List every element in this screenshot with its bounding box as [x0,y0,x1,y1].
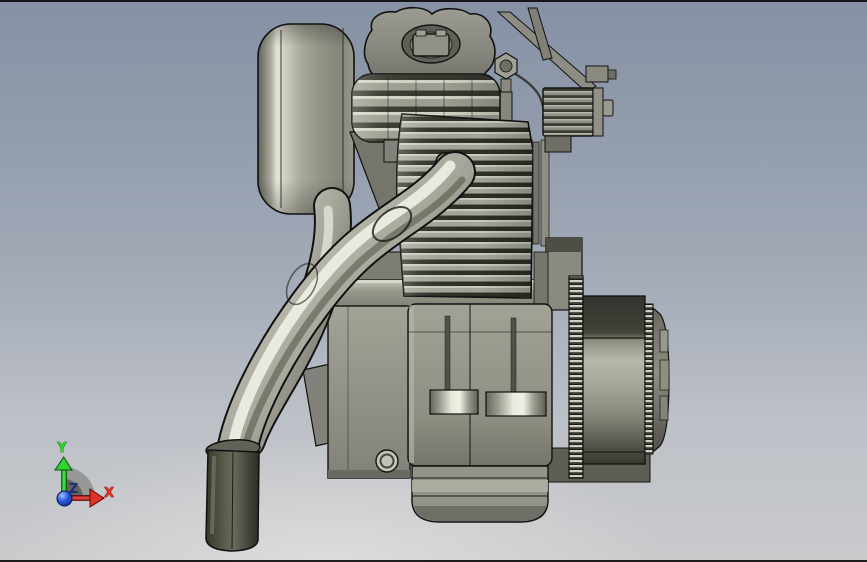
carburetor[interactable] [542,87,614,153]
starter-drum[interactable] [582,295,646,465]
origin-sphere [56,490,73,507]
crankcase-front-mount[interactable] [327,305,411,479]
viewport[interactable]: Z Y X [0,0,867,562]
mounting-lugs[interactable] [429,389,547,417]
exhaust-tip[interactable] [205,438,261,552]
x-axis-label: X [104,486,114,501]
cad-scene: Z Y X [54,6,670,552]
oil-sump[interactable] [411,465,549,523]
origin-triad: Z Y X [54,441,114,508]
muffler-canister[interactable] [257,23,355,215]
window-edge-top [0,0,867,2]
rear-end-cap[interactable] [644,303,670,455]
starter-gear-ring[interactable] [568,275,584,479]
carburetor-bracket[interactable] [496,7,617,93]
pushrod-tubes[interactable] [532,139,550,247]
y-axis-label: Y [56,441,67,456]
oil-filler-plug[interactable] [412,29,450,57]
drain-bolt[interactable] [375,449,399,473]
engine-model[interactable] [205,6,670,552]
crankcase[interactable] [407,303,553,467]
case-slot [510,317,517,393]
case-slot [444,315,451,391]
